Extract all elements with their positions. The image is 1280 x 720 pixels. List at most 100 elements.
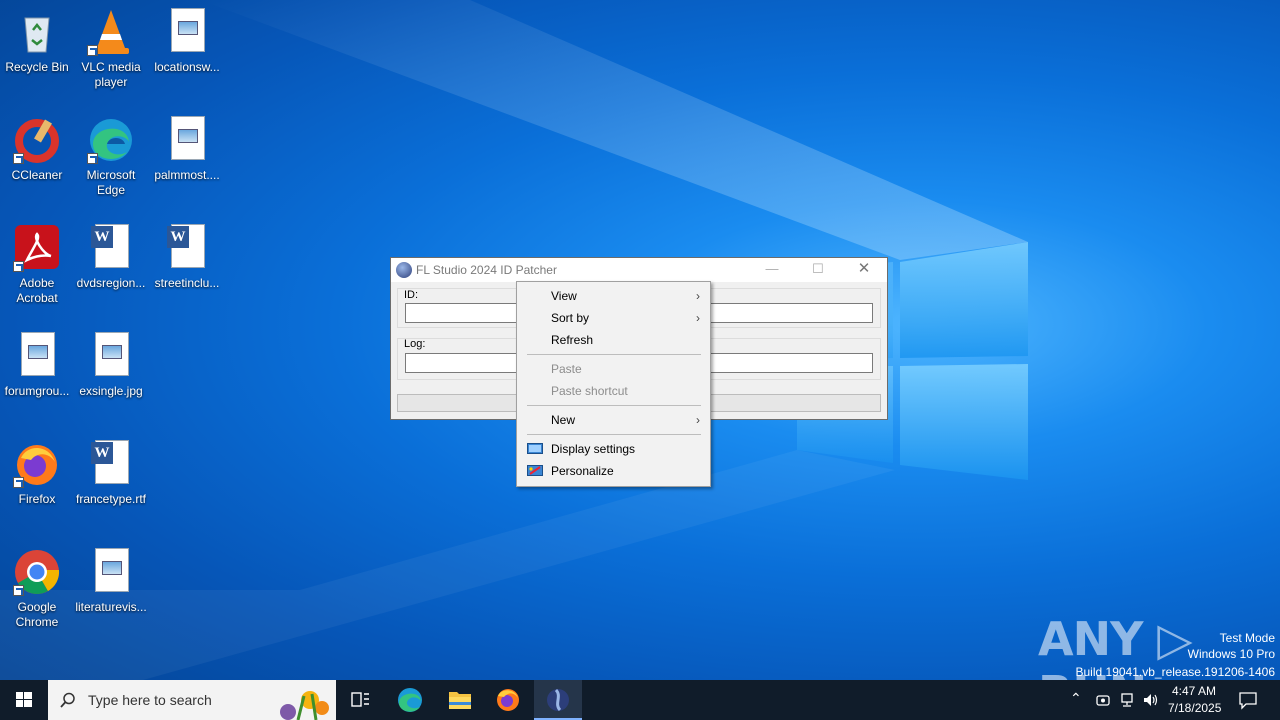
meet-now-icon[interactable] — [1095, 692, 1111, 708]
menu-item-paste: Paste — [517, 358, 710, 380]
menu-item-label: Display settings — [551, 442, 636, 456]
menu-item-display-settings[interactable]: Display settings — [517, 438, 710, 460]
chevron-right-icon: › — [696, 311, 700, 325]
image-file-icon — [13, 332, 61, 380]
icon-label: locationsw... — [154, 60, 220, 74]
image-file-icon — [163, 116, 211, 164]
taskbar-file-explorer[interactable] — [436, 680, 484, 720]
word-document-icon: W — [163, 224, 211, 272]
network-icon[interactable] — [1119, 692, 1135, 708]
desktop-icon-literaturevis[interactable]: literaturevis... — [74, 548, 148, 615]
desktop-icon-exsingle[interactable]: exsingle.jpg — [74, 332, 148, 399]
ccleaner-icon — [13, 116, 61, 164]
menu-item-label: Paste — [551, 362, 582, 376]
start-button[interactable] — [0, 680, 48, 720]
desktop-context-menu: View › Sort by › Refresh Paste Paste short… — [516, 281, 711, 487]
shortcut-arrow-icon — [87, 153, 98, 164]
desktop-icon-firefox[interactable]: Firefox — [0, 440, 74, 507]
menu-separator — [527, 434, 701, 435]
acrobat-icon — [13, 224, 61, 272]
taskbar-fl-patcher[interactable] — [534, 680, 582, 720]
show-hidden-icons-chevron-icon[interactable]: ⌃ — [1070, 690, 1082, 707]
shortcut-arrow-icon — [87, 45, 98, 56]
desktop-icon-ccleaner[interactable]: CCleaner — [0, 116, 74, 183]
windows-start-icon — [16, 692, 32, 707]
desktop-icon-streetinclu[interactable]: W streetinclu... — [150, 224, 224, 291]
windows-edition-text: Windows 10 Pro — [1187, 647, 1275, 661]
icon-label: exsingle.jpg — [79, 384, 143, 398]
icon-label: Microsoft Edge — [86, 168, 136, 197]
icon-label: streetinclu... — [154, 276, 220, 290]
icon-label: francetype.rtf — [75, 492, 147, 506]
menu-item-refresh[interactable]: Refresh — [517, 329, 710, 351]
edge-icon — [87, 116, 135, 164]
chevron-right-icon: › — [696, 289, 700, 303]
icon-label: Recycle Bin — [5, 60, 69, 74]
search-icon — [60, 692, 75, 708]
clock-time[interactable]: 4:47 AM — [1172, 684, 1216, 698]
id-label: ID: — [404, 289, 419, 301]
chevron-right-icon: › — [696, 413, 700, 427]
icon-label: Adobe Acrobat — [16, 276, 58, 305]
desktop-icon-forumgroup[interactable]: forumgrou... — [0, 332, 74, 399]
menu-item-label: View — [551, 289, 577, 303]
desktop-icon-dvdsregion[interactable]: W dvdsregion... — [74, 224, 148, 291]
window-title: FL Studio 2024 ID Patcher — [416, 263, 557, 277]
maximize-button[interactable]: ☐ — [795, 258, 841, 282]
minimize-button[interactable]: — — [749, 258, 795, 282]
menu-separator — [527, 354, 701, 355]
chrome-icon — [13, 548, 61, 596]
icon-label: literaturevis... — [75, 600, 147, 614]
desktop-icon-google-chrome[interactable]: Google Chrome — [0, 548, 74, 630]
menu-item-label: Personalize — [551, 464, 614, 478]
desktop-icon-vlc[interactable]: VLC media player — [74, 8, 148, 90]
taskbar: Type here to search ⌃ 4:47 AM 7/18/2025 — [0, 680, 1280, 720]
icon-label: CCleaner — [11, 168, 63, 182]
shortcut-arrow-icon — [13, 261, 24, 272]
icon-label: VLC media player — [81, 60, 141, 89]
menu-item-label: Sort by — [551, 311, 590, 325]
firefox-icon — [497, 689, 519, 711]
desktop-icon-palmmost[interactable]: palmmost.... — [150, 116, 224, 183]
shortcut-arrow-icon — [13, 153, 24, 164]
menu-item-view[interactable]: View › — [517, 285, 710, 307]
firefox-icon — [13, 440, 61, 488]
taskbar-edge[interactable] — [386, 680, 434, 720]
window-titlebar[interactable]: FL Studio 2024 ID Patcher — ☐ ✕ — [391, 258, 887, 282]
shortcut-arrow-icon — [13, 585, 24, 596]
search-highlight-icon — [280, 691, 329, 720]
volume-icon[interactable] — [1142, 692, 1160, 708]
icon-label: Firefox — [18, 492, 56, 506]
menu-item-sort-by[interactable]: Sort by › — [517, 307, 710, 329]
image-file-icon — [87, 548, 135, 596]
menu-item-label: Refresh — [551, 333, 594, 347]
menu-item-personalize[interactable]: Personalize — [517, 460, 710, 482]
test-mode-text: Test Mode — [1219, 631, 1275, 645]
menu-item-label: New — [551, 413, 576, 427]
icon-label: Google Chrome — [15, 600, 59, 629]
desktop-icon-locationsw[interactable]: locationsw... — [150, 8, 224, 75]
desktop-icon-adobe-acrobat[interactable]: Adobe Acrobat — [0, 224, 74, 306]
desktop-icon-microsoft-edge[interactable]: Microsoft Edge — [74, 116, 148, 198]
icon-label: forumgrou... — [4, 384, 70, 398]
taskbar-search-box[interactable]: Type here to search — [48, 680, 336, 720]
display-icon — [527, 443, 543, 454]
word-document-icon: W — [87, 224, 135, 272]
icon-label: palmmost.... — [154, 168, 220, 182]
image-file-icon — [163, 8, 211, 56]
icon-label: dvdsregion... — [76, 276, 146, 290]
recycle-bin-icon — [13, 8, 61, 56]
word-document-icon: W — [87, 440, 135, 488]
desktop-icon-recycle-bin[interactable]: Recycle Bin — [0, 8, 74, 75]
build-text: Build 19041.vb_release.191206-1406 — [1075, 665, 1276, 679]
menu-separator — [527, 405, 701, 406]
taskbar-firefox[interactable] — [484, 680, 532, 720]
task-view-button[interactable] — [336, 680, 384, 720]
notification-icon[interactable] — [1238, 690, 1258, 710]
desktop-icon-francetype[interactable]: W francetype.rtf — [74, 440, 148, 507]
menu-item-paste-shortcut: Paste shortcut — [517, 380, 710, 402]
clock-date[interactable]: 7/18/2025 — [1168, 701, 1221, 715]
menu-item-new[interactable]: New › — [517, 409, 710, 431]
close-button[interactable]: ✕ — [841, 258, 887, 282]
fl-studio-icon — [547, 688, 569, 712]
